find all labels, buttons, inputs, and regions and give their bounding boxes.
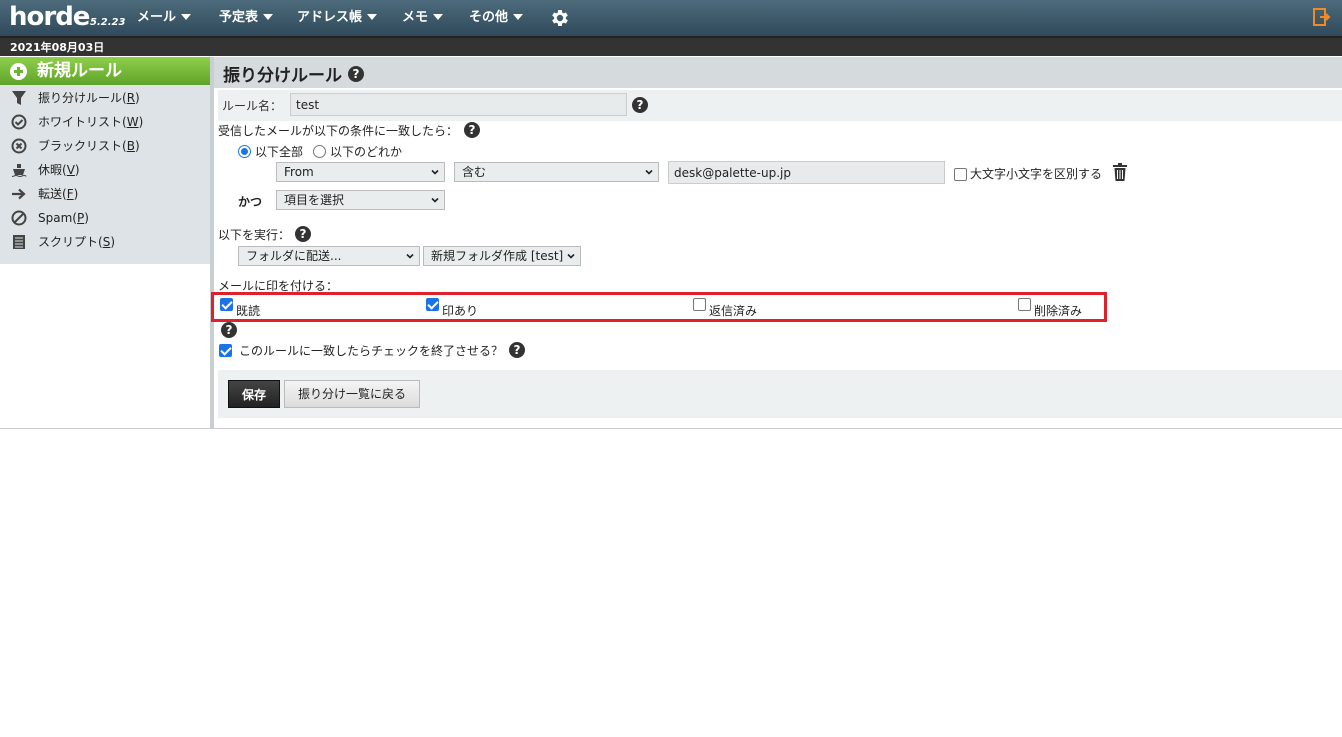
rule-name-input[interactable]	[290, 93, 627, 116]
arrow-right-icon	[12, 188, 26, 200]
condition-label: 受信したメールが以下の条件に一致したら：	[218, 124, 459, 138]
flag-seen-checkbox[interactable]	[220, 298, 233, 311]
match-all-radio[interactable]	[238, 145, 251, 158]
menu-addressbook[interactable]: アドレス帳	[297, 0, 378, 36]
help-icon[interactable]: ?	[221, 322, 237, 338]
menu-calendar[interactable]: 予定表	[219, 0, 274, 36]
match-all-label: 以下全部	[255, 145, 304, 159]
case-sensitive-checkbox[interactable]	[954, 168, 967, 181]
date-bar: 2021年08月03日	[0, 36, 1342, 56]
trash-icon[interactable]	[1113, 163, 1127, 181]
help-icon[interactable]: ?	[632, 97, 648, 113]
add-condition-select[interactable]: 項目を選択	[276, 190, 445, 210]
and-label: かつ	[238, 195, 263, 209]
rule-name-label: ルール名：	[222, 99, 283, 113]
sidebar-item-spam[interactable]: Spam(P)	[0, 206, 210, 230]
flag-answered-checkbox[interactable]	[693, 298, 706, 311]
script-icon	[13, 235, 25, 249]
action-label: 以下を実行：	[218, 228, 291, 242]
help-icon[interactable]: ?	[348, 66, 364, 82]
chevron-down-icon	[263, 13, 274, 20]
sidebar-item-vacation[interactable]: 休暇(V)	[0, 158, 210, 182]
stop-checking-checkbox[interactable]	[219, 344, 232, 357]
match-value-input[interactable]	[668, 161, 945, 184]
match-operator-select[interactable]: 含む	[454, 162, 659, 182]
chevron-down-icon	[367, 13, 378, 20]
save-button[interactable]: 保存	[228, 380, 280, 408]
plus-circle-icon	[10, 63, 27, 80]
block-circle-icon	[11, 138, 27, 154]
filter-rule-form: 振り分けルール ? ルール名： ? 受信したメールが以下の条件に一致したら： ?…	[211, 57, 1342, 428]
menu-others[interactable]: その他	[469, 0, 524, 36]
chevron-down-icon	[567, 253, 575, 259]
version-label: 5.2.23	[90, 17, 126, 28]
check-circle-icon	[11, 114, 27, 130]
case-sensitive-label: 大文字小文字を区別する	[970, 167, 1103, 181]
match-any-label: 以下のどれか	[330, 145, 403, 159]
flag-flagged-label: 印あり	[442, 304, 479, 318]
match-any-radio[interactable]	[313, 145, 326, 158]
help-icon[interactable]: ?	[509, 342, 525, 358]
flag-seen-label: 既読	[236, 304, 261, 318]
title-bar: 振り分けルール ?	[214, 57, 1342, 88]
page-title: 振り分けルール	[223, 66, 342, 86]
logout-icon[interactable]	[1313, 8, 1331, 26]
action-select[interactable]: フォルダに配送...	[238, 246, 420, 266]
sidebar-item-filter-rules[interactable]: 振り分けルール(R)	[0, 86, 210, 110]
back-to-list-button[interactable]: 振り分け一覧に戻る	[284, 380, 420, 408]
chevron-down-icon	[645, 169, 653, 175]
top-bar: horde 5.2.23 メール 予定表 アドレス帳 メモ その他	[0, 0, 1342, 36]
chevron-down-icon	[431, 197, 439, 203]
help-icon[interactable]: ?	[295, 226, 311, 242]
divider	[0, 428, 1342, 429]
header-field-select[interactable]: From	[276, 162, 445, 182]
flag-deleted-checkbox[interactable]	[1018, 298, 1031, 311]
stop-checking-label: このルールに一致したらチェックを終了させる？	[239, 344, 504, 358]
sidebar: 新規ルール 振り分けルール(R) ホワイトリスト(W) ブラックリスト(B) 休…	[0, 57, 210, 264]
chevron-down-icon	[513, 13, 524, 20]
menu-mail[interactable]: メール	[137, 0, 192, 36]
help-icon[interactable]: ?	[464, 122, 480, 138]
flag-flagged-checkbox[interactable]	[426, 298, 439, 311]
sidebar-item-forward[interactable]: 転送(F)	[0, 182, 210, 206]
rule-name-row: ルール名： ?	[218, 90, 1342, 121]
chevron-down-icon	[433, 13, 444, 20]
gear-icon[interactable]	[549, 7, 571, 29]
folder-select[interactable]: 新規フォルダ作成 [test]	[423, 246, 581, 266]
chevron-down-icon	[431, 169, 439, 175]
no-entry-icon	[11, 210, 27, 226]
flag-deleted-label: 削除済み	[1034, 304, 1083, 318]
sidebar-item-script[interactable]: スクリプト(S)	[0, 230, 210, 254]
sidebar-item-whitelist[interactable]: ホワイトリスト(W)	[0, 110, 210, 134]
filter-icon	[12, 91, 26, 105]
ship-icon	[11, 164, 27, 178]
new-rule-button[interactable]: 新規ルール	[0, 57, 210, 85]
sidebar-item-blacklist[interactable]: ブラックリスト(B)	[0, 134, 210, 158]
horde-logo[interactable]: horde	[9, 2, 90, 32]
highlight-box	[211, 292, 1107, 322]
menu-memo[interactable]: メモ	[402, 0, 444, 36]
chevron-down-icon	[181, 13, 192, 20]
flag-answered-label: 返信済み	[709, 304, 758, 318]
form-actions: 保存 振り分け一覧に戻る	[218, 370, 1342, 418]
chevron-down-icon	[406, 253, 414, 259]
